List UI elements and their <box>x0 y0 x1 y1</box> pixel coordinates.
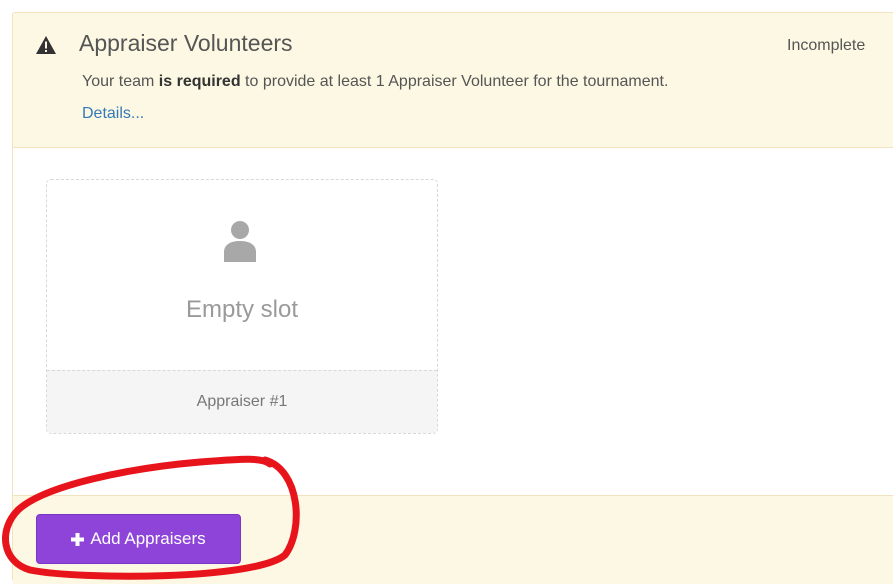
status-badge: Incomplete <box>787 37 866 54</box>
panel-title: Appraiser Volunteers <box>79 30 293 56</box>
warning-icon <box>36 36 56 54</box>
description-emphasis: is required <box>158 73 241 90</box>
panel-header: Appraiser Volunteers Incomplete Your tea… <box>13 13 893 148</box>
slot-role-label: Appraiser #1 <box>47 370 437 433</box>
description-prefix: Your team <box>82 73 159 90</box>
panel-footer: Add Appraisers <box>13 495 893 584</box>
user-icon <box>224 221 256 262</box>
add-appraisers-button[interactable]: Add Appraisers <box>36 514 241 564</box>
empty-slot-label: Empty slot <box>185 296 299 323</box>
description-suffix: to provide at least 1 Appraiser Voluntee… <box>240 73 669 90</box>
appraiser-volunteers-panel: Appraiser Volunteers Incomplete Your tea… <box>12 12 893 584</box>
plus-icon <box>71 532 85 546</box>
requirement-description: Your team is required to provide at leas… <box>82 73 668 91</box>
add-appraisers-label: Add Appraisers <box>90 529 206 548</box>
details-link[interactable]: Details... <box>82 105 144 123</box>
appraiser-slot[interactable]: Empty slot Appraiser #1 <box>46 179 438 434</box>
